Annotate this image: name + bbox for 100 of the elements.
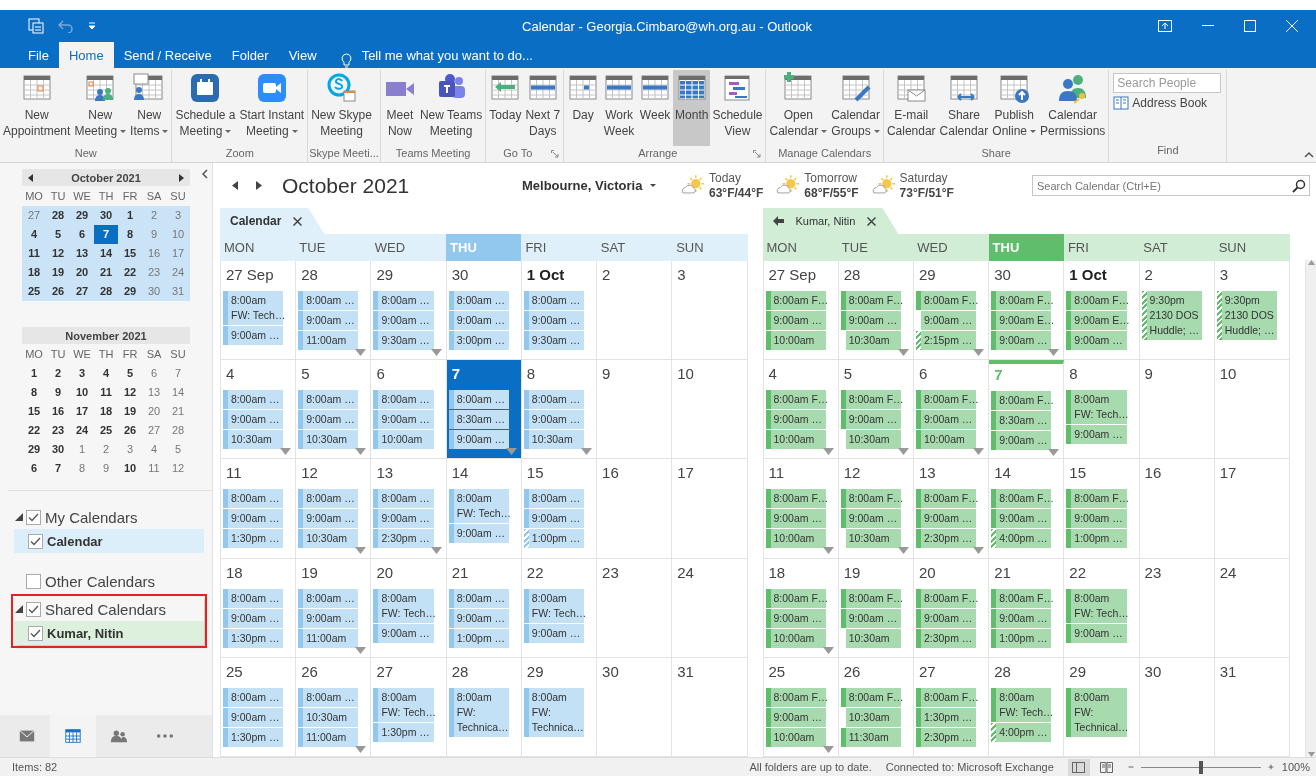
date-cell[interactable]: 25 xyxy=(22,282,46,301)
calendar-event[interactable]: 10:00am xyxy=(765,331,826,350)
more-items-icon[interactable] xyxy=(1048,449,1060,457)
calendar-event[interactable]: 8:00am F… xyxy=(991,291,1052,310)
calendar-event[interactable]: 8:00am FW: Technical… xyxy=(1066,687,1127,737)
calendar-event[interactable]: 9:00am … xyxy=(523,509,585,529)
date-cell[interactable]: 23 xyxy=(142,263,166,282)
checkbox[interactable] xyxy=(26,601,41,617)
calendar-event[interactable]: 9:00am … xyxy=(991,509,1052,529)
day-cell[interactable]: 8 8:00am … 9:00am … 10:30am xyxy=(521,360,598,460)
date-cell[interactable]: 20 xyxy=(142,402,166,421)
calendar-event[interactable]: 10:00am xyxy=(765,727,826,747)
calendar-event[interactable]: 9:00am E… xyxy=(991,311,1052,330)
more-items-icon[interactable] xyxy=(822,448,834,456)
calendar-event[interactable]: 8:00am … xyxy=(523,489,585,509)
day-cell[interactable]: 10 xyxy=(1214,360,1290,460)
calendar-event[interactable]: 1:30pm … xyxy=(223,628,284,648)
calendar-event[interactable]: 11:00am xyxy=(298,628,359,648)
calendar-event[interactable]: 9:30am … xyxy=(523,331,585,350)
calendar-event[interactable]: 8:00am FW: Tech… xyxy=(1066,390,1127,425)
day-cell[interactable]: 28 8:00am F… 9:00am … 10:30am xyxy=(838,261,914,361)
date-cell[interactable]: 28 xyxy=(166,421,190,440)
ribbon-tab[interactable]: View xyxy=(278,42,327,68)
checkbox[interactable] xyxy=(26,573,41,589)
search-field[interactable]: Search Calendar (Ctrl+E) xyxy=(1032,175,1310,196)
date-cell[interactable]: 8 xyxy=(70,459,94,478)
more-items-icon[interactable] xyxy=(355,745,367,753)
next-month-icon[interactable] xyxy=(179,173,184,182)
date-cell[interactable]: 12 xyxy=(46,244,70,263)
day-cell[interactable]: 31 xyxy=(1214,657,1290,757)
date-cell[interactable]: 29 xyxy=(22,440,46,459)
next-icon[interactable] xyxy=(256,181,262,190)
calendar-event[interactable]: 8:00am … xyxy=(373,291,434,310)
calendar-event[interactable]: 9:00am … xyxy=(915,608,977,628)
calendar-event[interactable]: 8:00am F… xyxy=(765,291,826,310)
calendar-event[interactable]: 8:00am F… xyxy=(915,687,977,707)
calendar-event[interactable]: 9:00am … xyxy=(448,430,509,450)
more-items-icon[interactable] xyxy=(897,448,909,456)
date-cell[interactable]: 23 xyxy=(46,421,70,440)
day-cell[interactable]: 30 xyxy=(597,657,673,757)
calendar-event[interactable]: 9:00am … xyxy=(840,608,901,628)
customize-caret-icon[interactable] xyxy=(88,22,96,30)
calendar-event[interactable]: 8:00am … xyxy=(448,588,509,608)
calendar-event[interactable]: 4:00pm … xyxy=(991,722,1052,742)
more-items-icon[interactable] xyxy=(355,547,367,555)
date-cell[interactable]: 16 xyxy=(142,244,166,263)
date-cell[interactable]: 30 xyxy=(142,282,166,301)
calendar-event[interactable]: 9:00am … xyxy=(373,509,434,529)
day-cell[interactable]: 9 xyxy=(1139,360,1215,460)
calendar-event[interactable]: 8:00am … xyxy=(298,588,359,608)
calendar-event[interactable]: 2:30pm … xyxy=(915,727,977,747)
calendar-event[interactable]: 11:00am xyxy=(298,727,359,747)
calendar-event[interactable]: 8:00am … xyxy=(448,390,509,410)
day-cell[interactable]: 30 8:00am F… 9:00am E… 9:00am … xyxy=(989,261,1065,361)
day-cell[interactable]: 29 8:00am … 9:00am … 9:30am … xyxy=(371,261,447,361)
calendar-event[interactable]: 9:00am … xyxy=(1066,509,1127,529)
calendar-event[interactable]: 9:00am … xyxy=(523,623,585,643)
date-cell[interactable]: 1 xyxy=(22,364,46,383)
maximize-icon[interactable] xyxy=(1244,20,1256,32)
calendar-event[interactable]: 8:00am … xyxy=(298,687,359,707)
calendar-event[interactable]: 10:00am xyxy=(765,529,826,549)
checkbox[interactable] xyxy=(28,625,43,641)
date-cell[interactable]: 15 xyxy=(22,402,46,421)
calendar-event[interactable]: 11:00am xyxy=(298,331,359,350)
date-cell[interactable]: 26 xyxy=(118,421,142,440)
date-cell[interactable]: 12 xyxy=(118,383,142,402)
calendar-event[interactable]: 9:00am … xyxy=(840,311,901,330)
calendar-event[interactable]: 10:00am xyxy=(765,430,826,450)
calendar-event[interactable]: 9:00am … xyxy=(765,410,826,430)
day-cell[interactable]: 8 8:00am FW: Tech… 9:00am … xyxy=(1064,360,1140,460)
calendar-event[interactable]: 9:00am … xyxy=(298,608,359,628)
calendar-event[interactable]: 8:00am FW: Tech… xyxy=(223,291,284,325)
date-cell[interactable]: 27 xyxy=(22,206,46,225)
calendar-event[interactable]: 9:00am … xyxy=(298,410,359,430)
calendar-group-label[interactable]: My Calendars xyxy=(45,508,138,526)
day-cell[interactable]: 27 Sep 8:00am F… 9:00am … 10:00am xyxy=(763,261,839,361)
calendar-event[interactable]: 8:00am F… xyxy=(915,291,977,310)
calendar-event[interactable]: 2:30pm … xyxy=(915,628,977,648)
calendar-event[interactable]: 8:00am … xyxy=(298,489,359,509)
ribbon-button[interactable]: New Appointment xyxy=(1,70,73,146)
calendar-event[interactable]: 9:00am … xyxy=(223,707,284,727)
date-cell[interactable]: 1 xyxy=(118,206,142,225)
ribbon-button[interactable]: Calendar Permissions xyxy=(1038,70,1108,146)
ribbon-button[interactable]: Schedule View xyxy=(710,70,765,146)
calendar-event[interactable]: 1:30pm … xyxy=(373,722,434,742)
date-cell[interactable]: 2 xyxy=(142,206,166,225)
calendar-event[interactable]: 8:00am … xyxy=(223,588,284,608)
day-cell[interactable]: 2 xyxy=(597,261,673,361)
calendar-event[interactable]: 4:00pm … xyxy=(991,529,1052,549)
date-cell[interactable]: 5 xyxy=(46,225,70,244)
date-cell[interactable]: 5 xyxy=(118,364,142,383)
calendar-event[interactable]: 9:00am … xyxy=(765,509,826,529)
day-cell[interactable]: 19 8:00am … 9:00am … 11:00am xyxy=(296,558,372,658)
checkbox[interactable] xyxy=(28,533,43,549)
calendar-tab[interactable]: Calendar xyxy=(220,208,325,234)
calendar-event[interactable]: 2:30pm … xyxy=(915,529,977,549)
previous-icon[interactable] xyxy=(232,181,238,190)
calendar-event[interactable]: 8:00am F… xyxy=(840,291,901,310)
day-cell[interactable]: 7 8:00am … 8:30am … 9:00am … xyxy=(446,360,522,460)
date-cell[interactable]: 2 xyxy=(46,364,70,383)
